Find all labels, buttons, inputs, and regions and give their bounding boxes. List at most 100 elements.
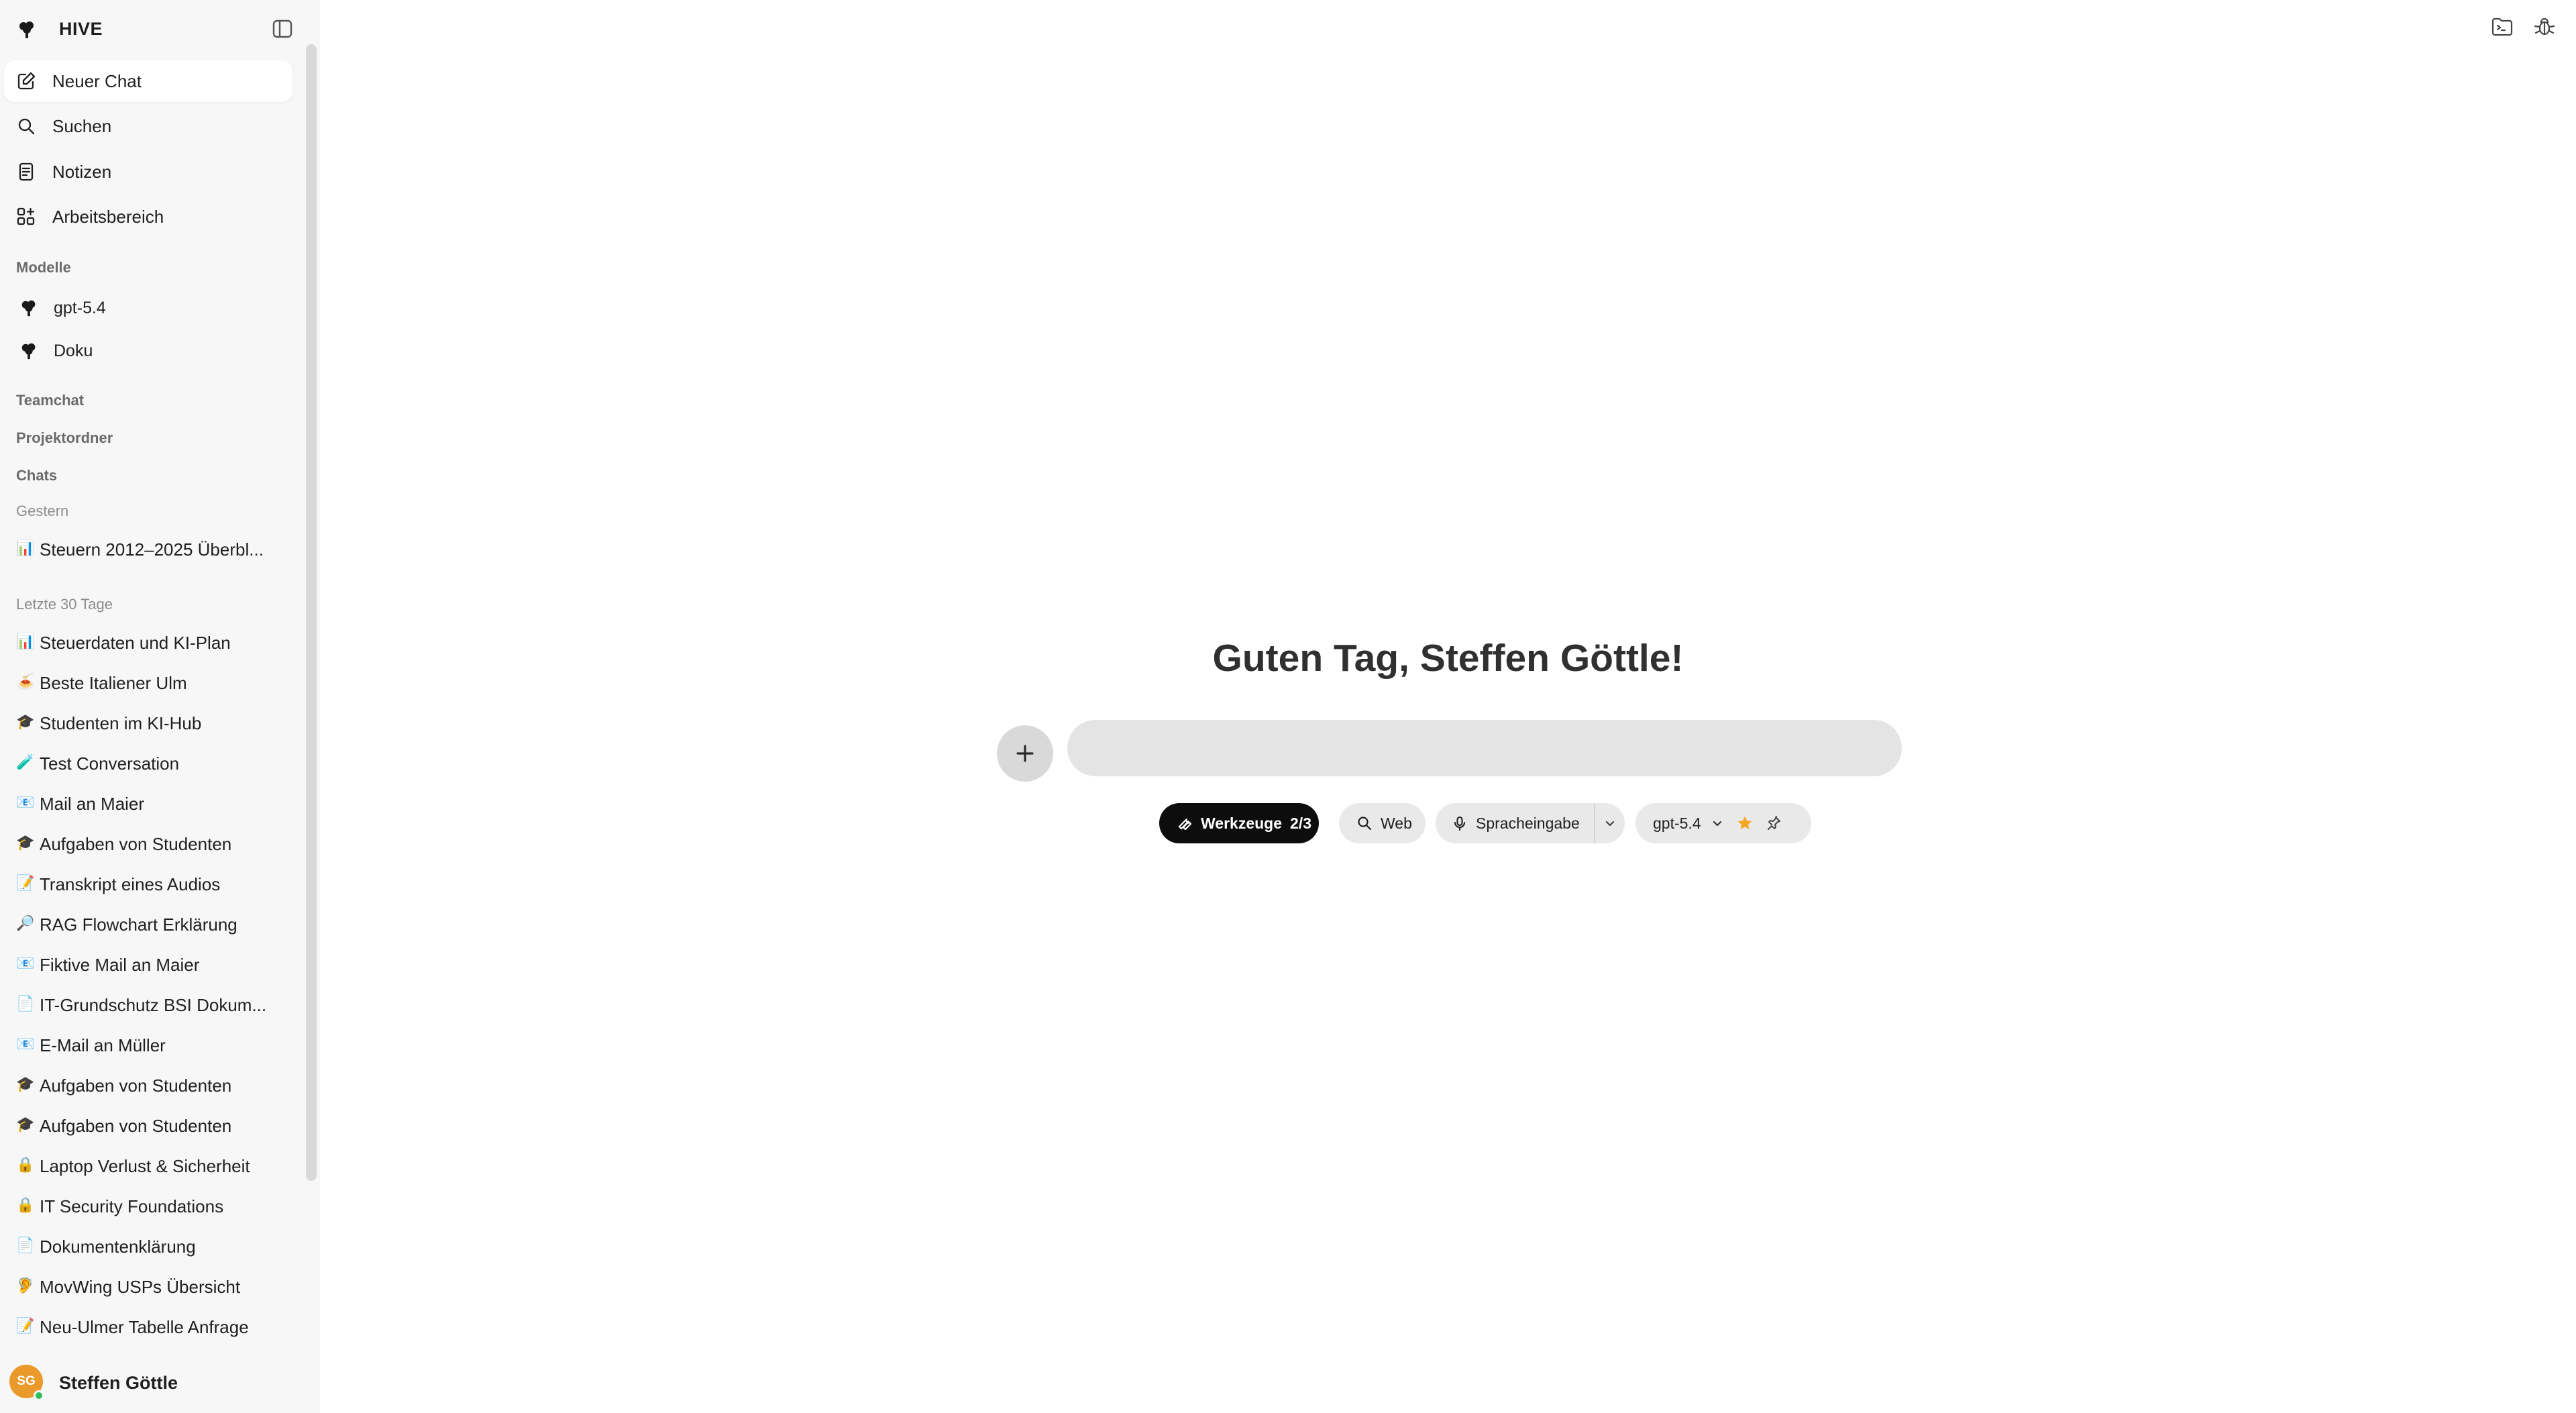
chat-emoji: 🎓	[16, 1076, 35, 1092]
section-last30: Letzte 30 Tage	[16, 596, 113, 613]
chat-item[interactable]: 🧪 Test Conversation	[4, 744, 292, 782]
chat-title: Aufgaben von Studenten	[40, 1116, 232, 1136]
chat-emoji: 📧	[16, 955, 35, 972]
chat-title: RAG Flowchart Erklärung	[40, 914, 237, 935]
search-button[interactable]: Suchen	[4, 105, 292, 147]
chat-title: MovWing USPs Übersicht	[40, 1277, 241, 1297]
section-teamchat[interactable]: Teamchat	[16, 392, 84, 409]
chat-item[interactable]: 📧 Fiktive Mail an Maier	[4, 945, 292, 983]
workspace-label: Arbeitsbereich	[52, 206, 164, 227]
chat-title: Aufgaben von Studenten	[40, 1076, 232, 1096]
section-yesterday: Gestern	[16, 503, 69, 519]
chat-item[interactable]: 📊 Steuern 2012–2025 Überbl...	[4, 530, 292, 568]
pin-icon[interactable]	[1766, 815, 1782, 831]
model-item-gpt[interactable]: gpt-5.4	[4, 289, 292, 327]
main-area: Guten Tag, Steffen Göttle! Werkzeuge 2/3…	[320, 0, 2576, 1413]
chat-emoji: 🎓	[16, 713, 35, 730]
workspace-icon	[17, 207, 35, 225]
voice-input-button[interactable]: Spracheingabe	[1452, 803, 1594, 843]
wrench-icon	[1178, 819, 1192, 831]
user-name: Steffen Göttle	[59, 1373, 178, 1393]
chat-item[interactable]: 🔒 Laptop Verlust & Sicherheit	[4, 1147, 292, 1184]
chat-item[interactable]: 🔎 RAG Flowchart Erklärung	[4, 905, 292, 943]
chat-item[interactable]: 📄 Dokumentenklärung	[4, 1227, 292, 1265]
plus-icon	[1016, 745, 1034, 762]
chat-title: Transkript eines Audios	[40, 874, 221, 894]
web-label: Web	[1381, 814, 1412, 832]
terminal-folder-icon[interactable]	[2490, 15, 2514, 39]
chat-emoji: 🔒	[16, 1196, 35, 1213]
model-item-doku[interactable]: Doku	[4, 332, 292, 370]
model-label: gpt-5.4	[54, 299, 106, 317]
new-chat-button[interactable]: Neuer Chat	[4, 60, 292, 102]
chat-emoji: 🧪	[16, 753, 35, 770]
chat-emoji: 🦻	[16, 1277, 35, 1294]
search-icon	[18, 118, 35, 135]
hive-logo-icon	[19, 21, 34, 38]
microphone-icon	[1454, 816, 1466, 831]
chat-title: Steuern 2012–2025 Überbl...	[40, 539, 264, 560]
chat-title: E-Mail an Müller	[40, 1035, 166, 1055]
chat-item[interactable]: 🎓 Studenten im KI-Hub	[4, 704, 292, 741]
chat-item[interactable]: 📧 Mail an Maier	[4, 784, 292, 822]
prompt-input[interactable]	[1067, 720, 1902, 776]
tools-button[interactable]: Werkzeuge 2/3	[1159, 803, 1319, 843]
chat-emoji: 📊	[16, 633, 35, 649]
chat-title: Neu-Ulmer Tabelle Anfrage	[40, 1317, 249, 1337]
chat-item[interactable]: 🎓 Aufgaben von Studenten	[4, 1106, 292, 1144]
notes-button[interactable]: Notizen	[4, 151, 292, 193]
chat-emoji: 🎓	[16, 834, 35, 851]
star-icon[interactable]	[1736, 815, 1754, 832]
search-icon	[1358, 817, 1372, 831]
voice-input-group: Spracheingabe	[1436, 803, 1625, 843]
chat-emoji: 🔒	[16, 1156, 35, 1173]
attach-button[interactable]	[997, 725, 1053, 782]
chat-title: Beste Italiener Ulm	[40, 673, 187, 693]
section-chats[interactable]: Chats	[16, 467, 57, 484]
chat-item[interactable]: 🦻 MovWing USPs Übersicht	[4, 1267, 292, 1305]
voice-label: Spracheingabe	[1476, 814, 1580, 832]
tools-count: 2/3	[1290, 814, 1311, 832]
chat-emoji: 📄	[16, 995, 35, 1012]
chat-emoji: 📝	[16, 874, 35, 891]
chat-item[interactable]: 📝 Transkript eines Audios	[4, 865, 292, 902]
workspace-button[interactable]: Arbeitsbereich	[4, 196, 292, 238]
chat-item[interactable]: 🎓 Aufgaben von Studenten	[4, 1066, 292, 1104]
chat-item[interactable]: 📄 IT-Grundschutz BSI Dokum...	[4, 986, 292, 1023]
chat-item[interactable]: 📧 E-Mail an Müller	[4, 1026, 292, 1063]
web-search-toggle[interactable]: Web	[1339, 803, 1426, 843]
model-selector-label: gpt-5.4	[1653, 814, 1701, 832]
chat-title: IT-Grundschutz BSI Dokum...	[40, 995, 267, 1015]
tools-label: Werkzeuge	[1201, 814, 1283, 832]
model-selector[interactable]: gpt-5.4	[1635, 803, 1811, 843]
chat-item[interactable]: 🎓 Aufgaben von Studenten	[4, 825, 292, 862]
chat-item[interactable]: 📝 Neu-Ulmer Tabelle Anfrage	[4, 1308, 292, 1345]
chat-item[interactable]: 🔒 IT Security Foundations	[4, 1187, 292, 1224]
section-models: Modelle	[16, 259, 71, 276]
chat-emoji: 🔎	[16, 914, 35, 931]
chat-emoji: 📄	[16, 1237, 35, 1253]
model-label: Doku	[54, 342, 93, 360]
chevron-down-icon	[1605, 821, 1615, 827]
chat-title: Dokumentenklärung	[40, 1237, 196, 1257]
bug-icon[interactable]	[2532, 15, 2557, 39]
chat-title: Steuerdaten und KI-Plan	[40, 633, 231, 653]
chat-title: IT Security Foundations	[40, 1196, 224, 1216]
user-menu[interactable]: SG Steffen Göttle	[0, 1358, 320, 1408]
chat-item[interactable]: 📊 Steuerdaten und KI-Plan	[4, 623, 292, 661]
chat-emoji: 📧	[16, 1035, 35, 1052]
new-chat-label: Neuer Chat	[52, 70, 142, 91]
chat-emoji: 📝	[16, 1317, 35, 1334]
brand-name: HIVE	[59, 19, 103, 39]
toggle-sidebar-icon[interactable]	[271, 17, 294, 40]
chat-item[interactable]: 🍝 Beste Italiener Ulm	[4, 664, 292, 701]
chat-emoji: 🍝	[16, 673, 35, 690]
voice-options-dropdown[interactable]	[1595, 803, 1625, 843]
notes-icon	[19, 162, 34, 181]
chat-title: Studenten im KI-Hub	[40, 713, 202, 733]
chat-emoji: 📧	[16, 794, 35, 810]
sidebar-scrollbar[interactable]	[306, 44, 317, 1181]
model-logo-icon	[21, 300, 36, 317]
section-projects[interactable]: Projektordner	[16, 429, 113, 447]
model-logo-icon	[21, 343, 36, 360]
